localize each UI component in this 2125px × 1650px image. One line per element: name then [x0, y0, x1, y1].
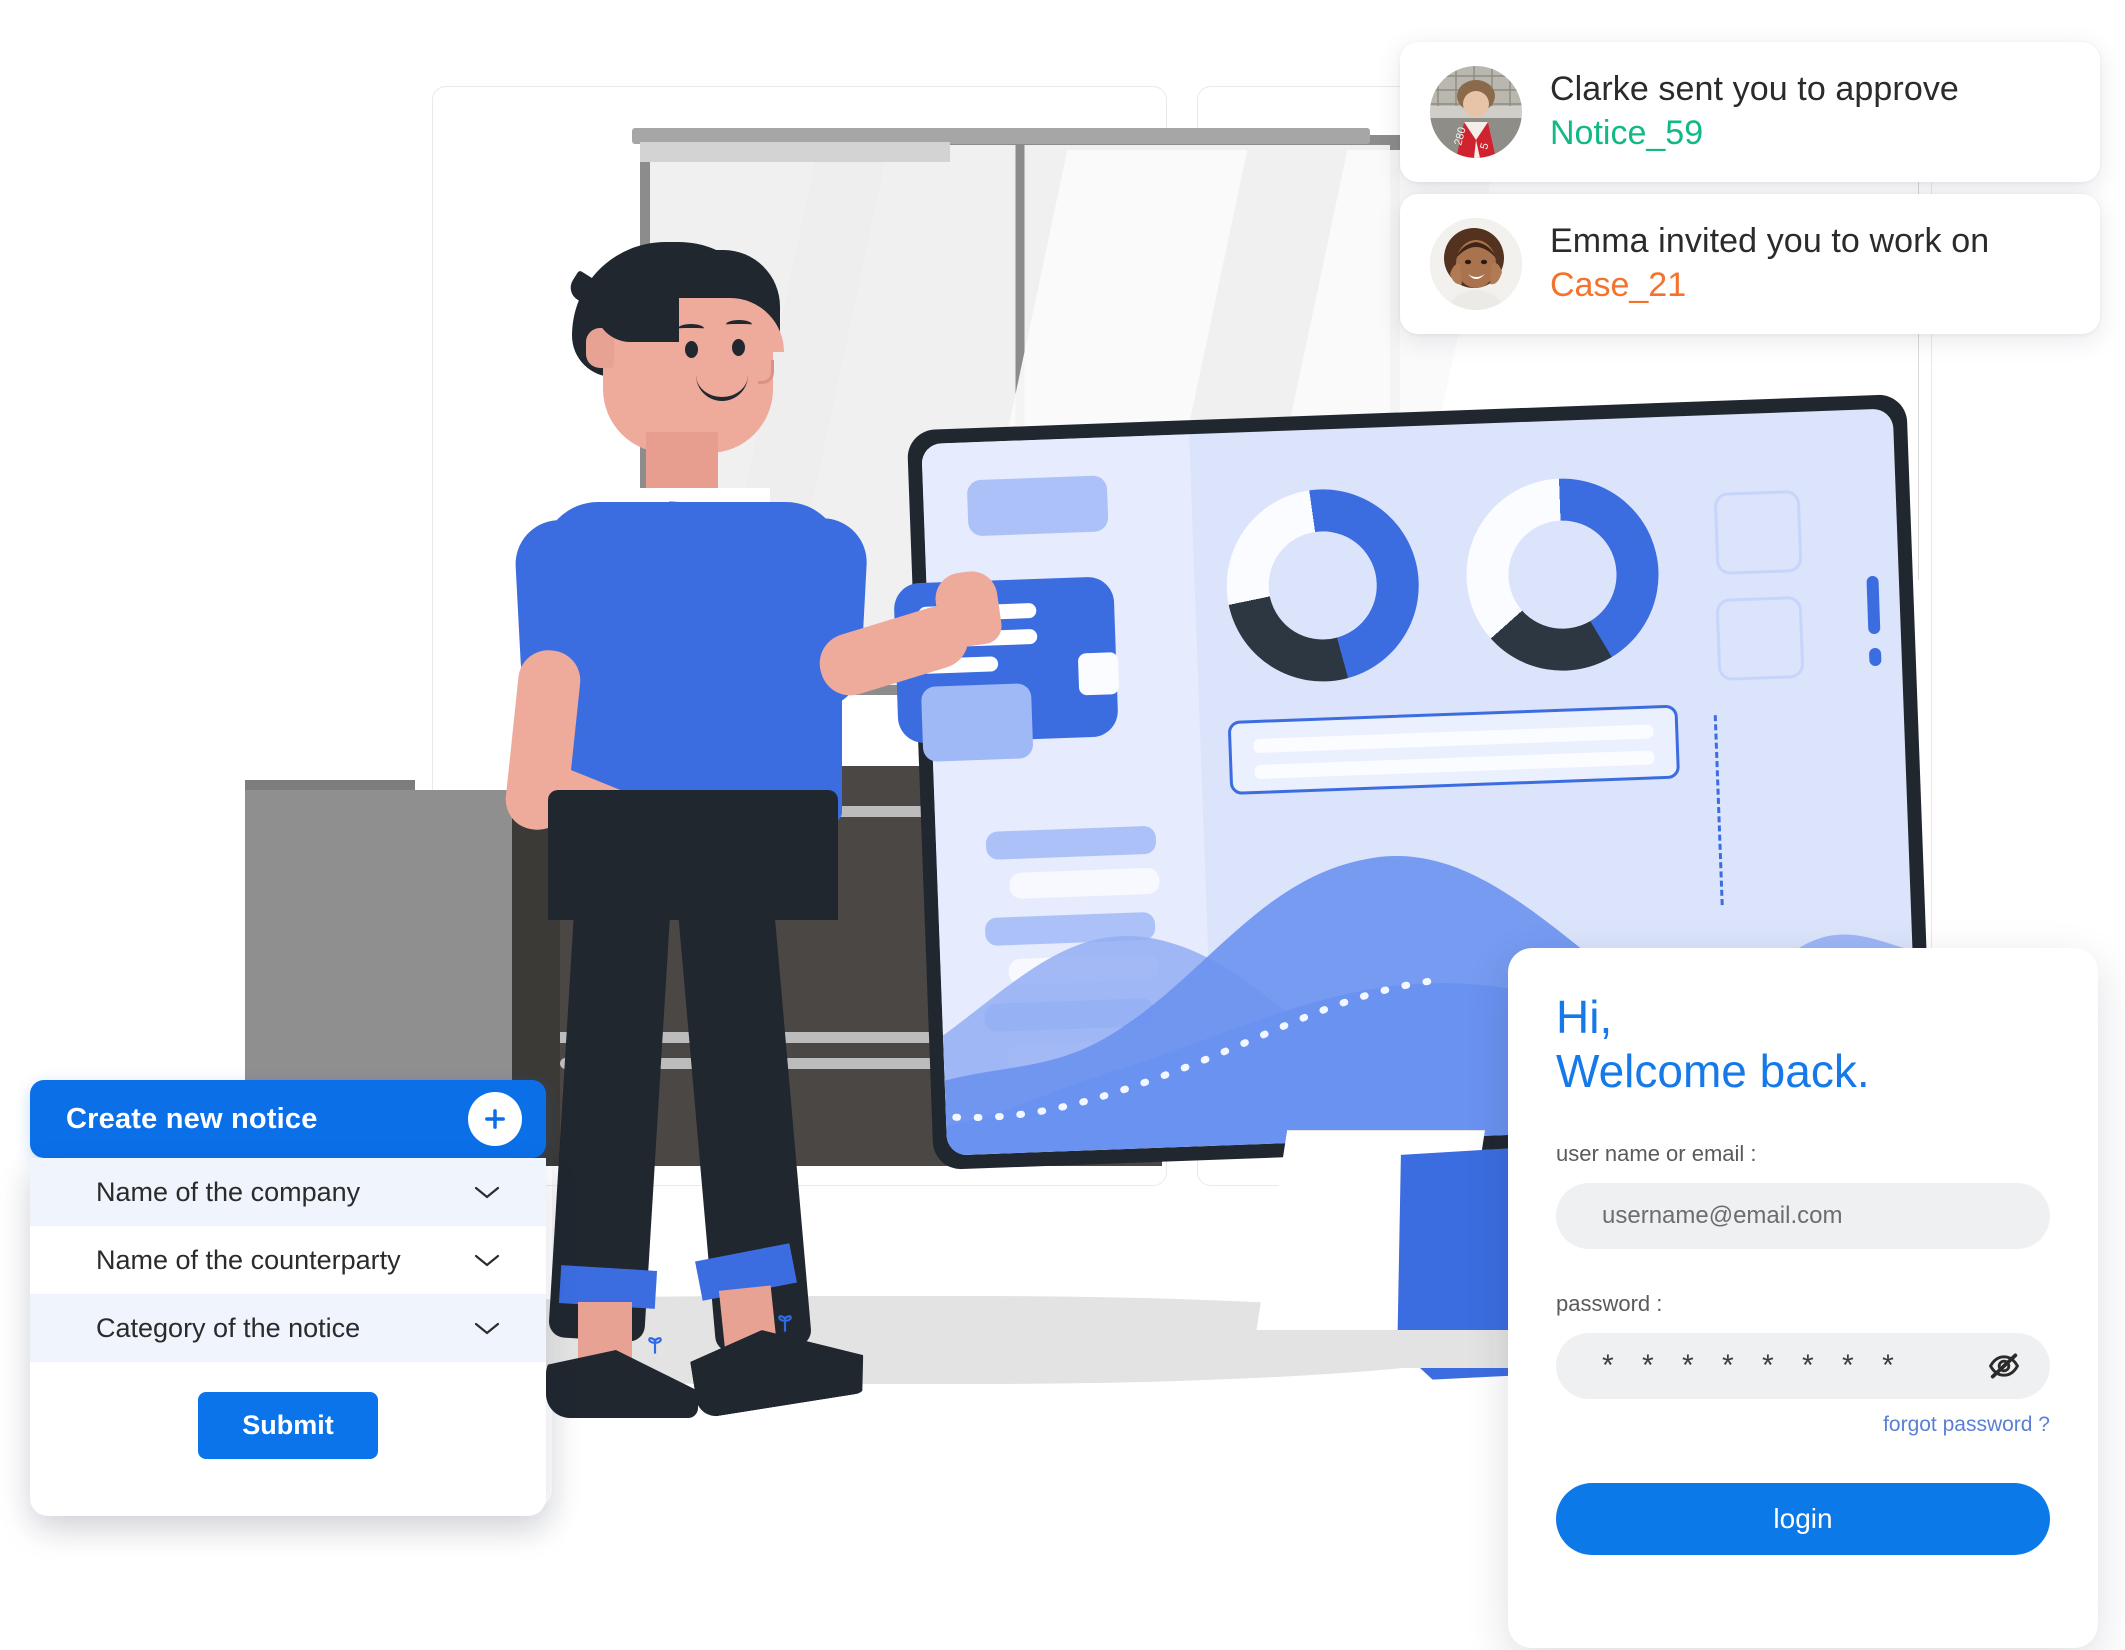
screen-sidebar-tag — [966, 475, 1109, 537]
field-category-of-the-notice[interactable]: Category of the notice — [30, 1294, 546, 1362]
password-label: password : — [1556, 1290, 1663, 1316]
username-label: user name or email : — [1556, 1140, 1757, 1166]
field-label: Category of the notice — [96, 1312, 361, 1343]
eye — [732, 339, 745, 356]
notification-card[interactable]: Emma invited you to work on Case_21 — [1400, 194, 2100, 334]
eyebrow — [726, 320, 752, 329]
torso — [542, 502, 842, 822]
donut-chart-right — [1463, 475, 1662, 675]
avatar — [1430, 218, 1522, 310]
window-valance — [640, 142, 950, 162]
avatar: 280 5 — [1430, 66, 1522, 158]
notification-link[interactable]: Notice_59 — [1550, 112, 1959, 156]
screen-search-bar — [1227, 704, 1681, 795]
login-card: Hi, Welcome back. user name or email : p… — [1508, 948, 2098, 1648]
person-illustration — [500, 220, 1004, 1360]
notification-message: Clarke sent you to approve — [1550, 70, 1959, 109]
chevron-down-icon[interactable] — [472, 1319, 502, 1337]
eye — [685, 341, 698, 358]
shoe-lace-icon — [642, 1332, 668, 1358]
field-name-of-the-company[interactable]: Name of the company — [30, 1158, 546, 1226]
password-field[interactable]: * * * * * * * * — [1556, 1332, 2050, 1399]
plus-icon[interactable] — [468, 1092, 522, 1146]
login-button[interactable]: login — [1556, 1482, 2050, 1555]
eye-off-icon[interactable] — [1984, 1346, 2024, 1386]
login-welcome: Welcome back. — [1556, 1045, 1870, 1098]
illustration-stage: 280 5 Clarke sent you to approve Notice_… — [0, 0, 2125, 1650]
submit-button[interactable]: Submit — [198, 1392, 378, 1459]
field-label: Name of the counterparty — [96, 1244, 401, 1275]
shoe-lace-icon — [772, 1310, 798, 1336]
donut-chart-left — [1223, 485, 1423, 685]
screen-tile — [1713, 489, 1803, 575]
field-name-of-the-counterparty[interactable]: Name of the counterparty — [30, 1226, 546, 1294]
chevron-down-icon[interactable] — [472, 1183, 502, 1201]
notification-message: Emma invited you to work on — [1550, 222, 1990, 261]
eyebrow — [678, 324, 704, 333]
notification-link[interactable]: Case_21 — [1550, 264, 1989, 308]
create-notice-title: Create new notice — [66, 1102, 318, 1135]
login-greeting: Hi, — [1556, 991, 1613, 1043]
chevron-down-icon[interactable] — [472, 1251, 502, 1269]
username-field[interactable] — [1556, 1182, 2050, 1249]
field-label: Name of the company — [96, 1176, 361, 1207]
notification-card[interactable]: 280 5 Clarke sent you to approve Notice_… — [1400, 42, 2100, 182]
screen-tile — [1715, 595, 1805, 681]
username-input[interactable] — [1602, 1201, 2024, 1230]
create-notice-header[interactable]: Create new notice — [30, 1080, 546, 1158]
password-masked-value: * * * * * * * * — [1602, 1348, 1904, 1382]
forgot-password-link[interactable]: forgot password ? — [1556, 1413, 2050, 1437]
create-notice-body: Name of the company Name of the counterp… — [30, 1158, 546, 1516]
